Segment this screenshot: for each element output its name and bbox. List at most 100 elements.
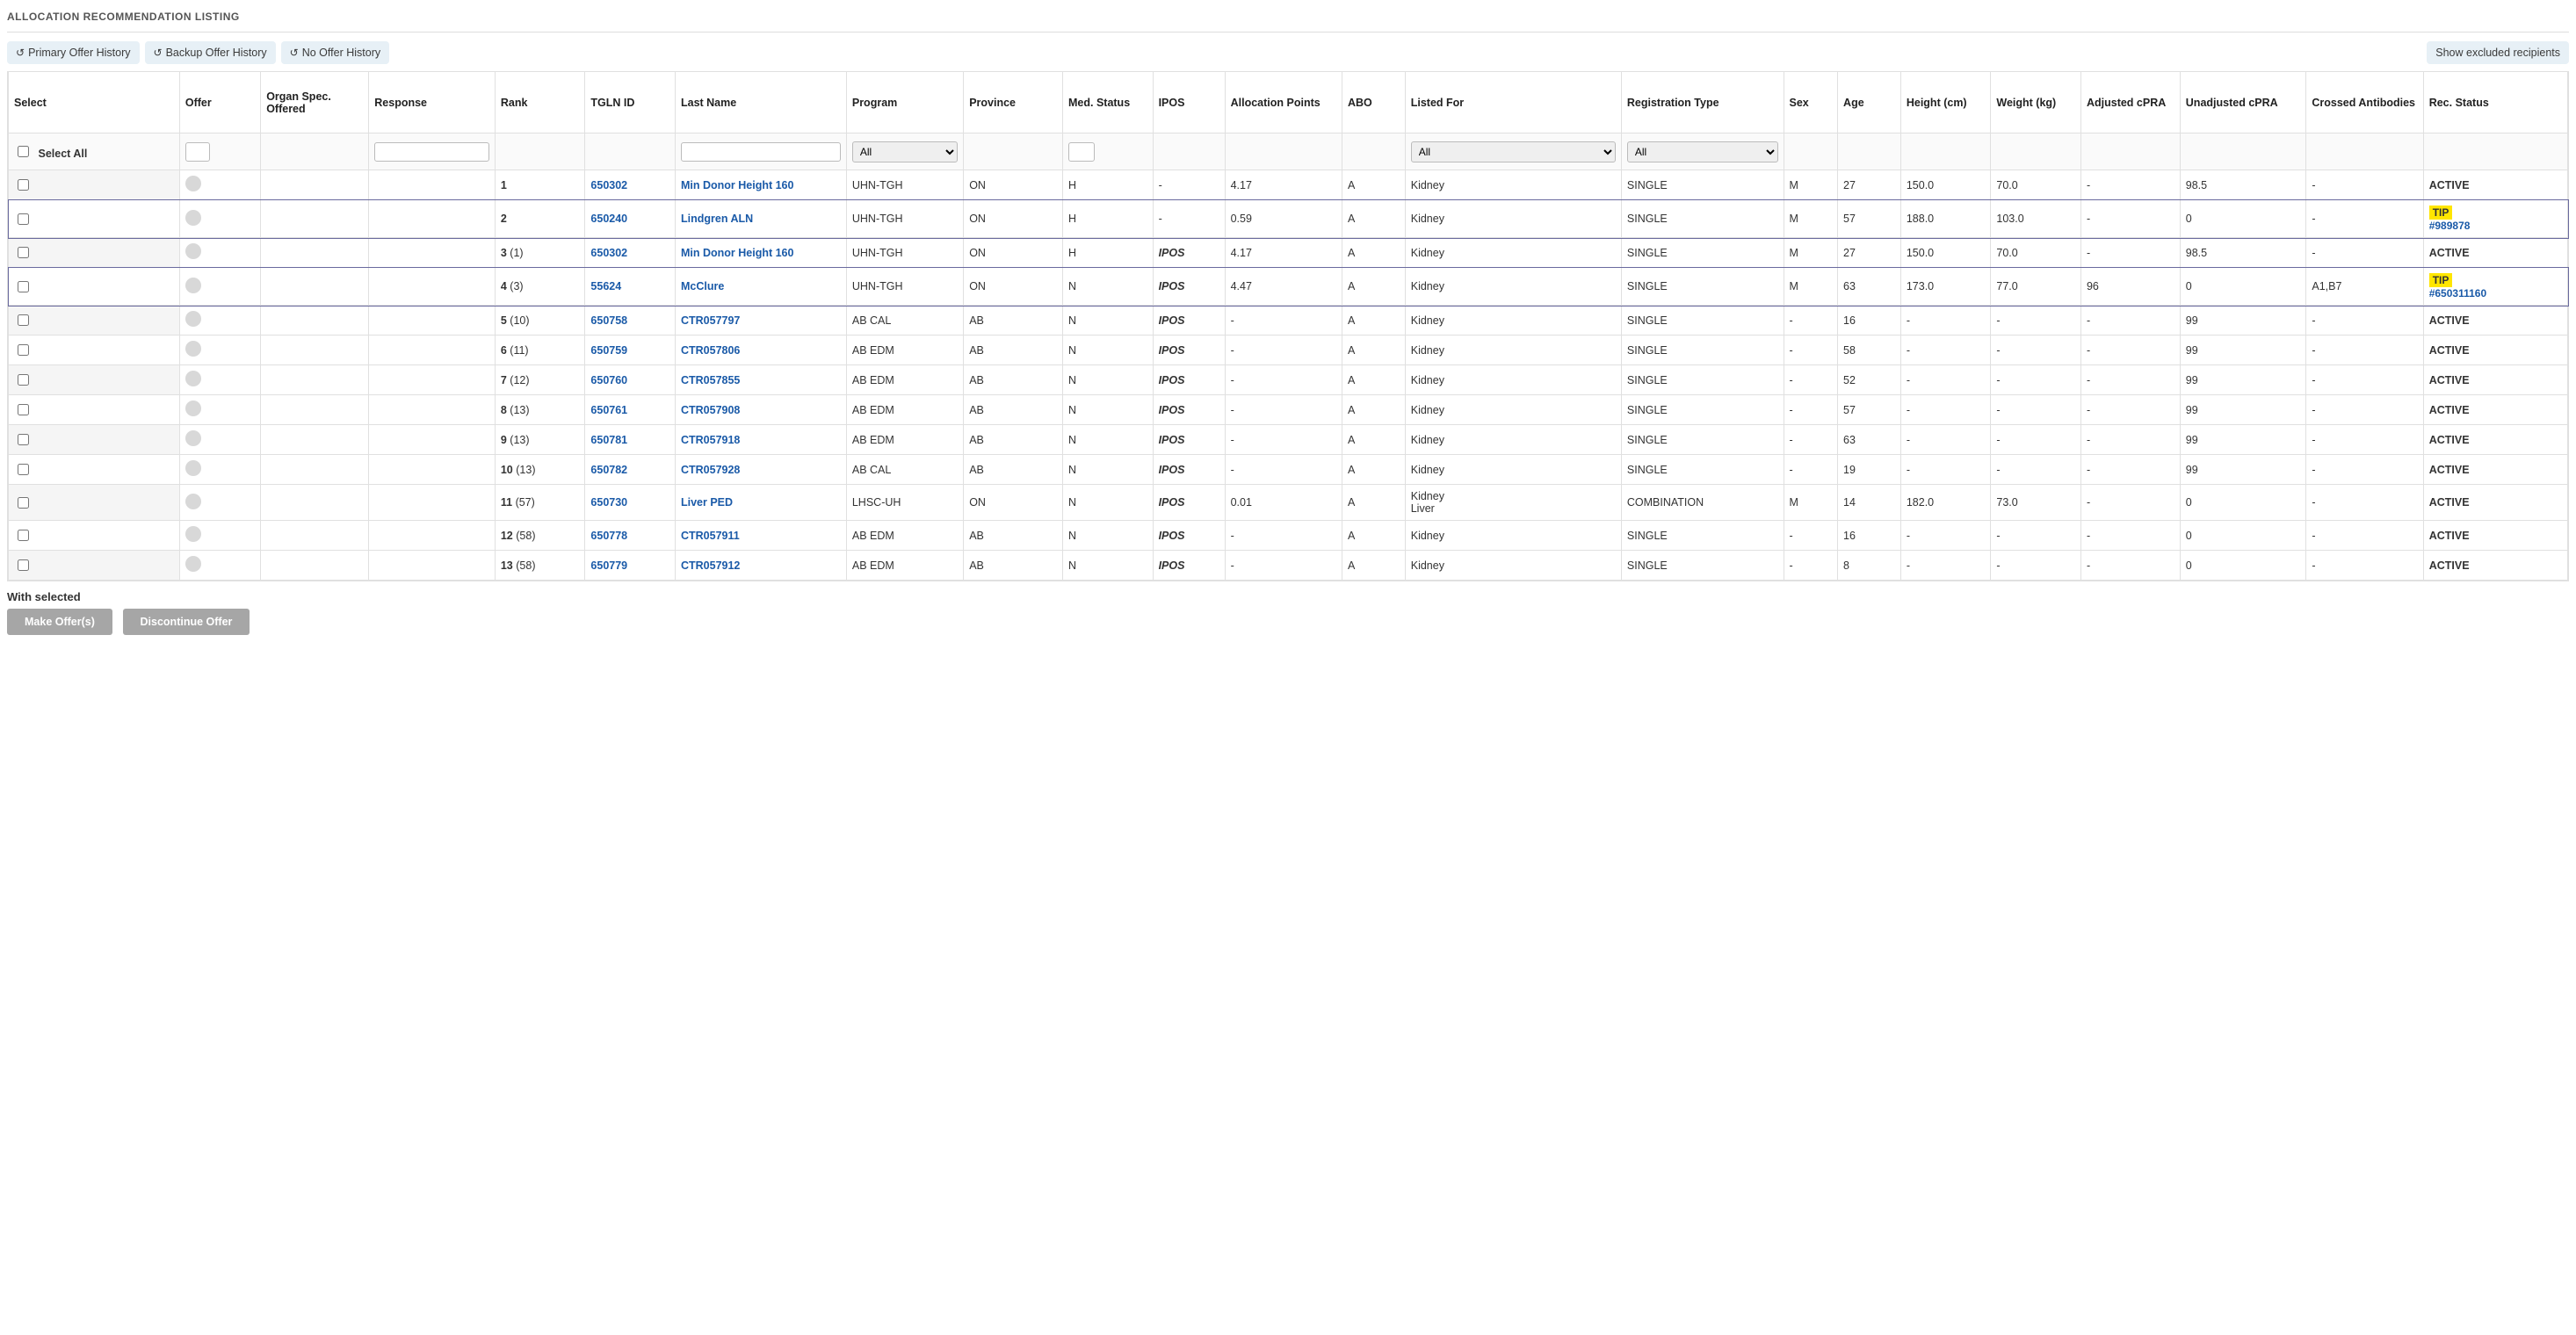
col-height[interactable]: Height (cm) (1900, 72, 1991, 134)
row-select-checkbox[interactable] (18, 434, 29, 445)
row-select-checkbox[interactable] (18, 314, 29, 326)
filter-med-status[interactable] (1068, 142, 1095, 162)
offer-indicator[interactable] (185, 210, 201, 226)
lastname-link[interactable]: CTR057797 (681, 314, 740, 327)
tip-link[interactable]: #650311160 (2429, 287, 2486, 299)
tgln-link[interactable]: 650302 (590, 179, 627, 191)
col-listed-for[interactable]: Listed For (1405, 72, 1621, 134)
col-med-status[interactable]: Med. Status (1063, 72, 1154, 134)
tgln-link[interactable]: 650302 (590, 247, 627, 259)
filter-offer[interactable] (185, 142, 210, 162)
row-select-checkbox[interactable] (18, 497, 29, 509)
tgln-link[interactable]: 650778 (590, 530, 627, 542)
offer-indicator[interactable] (185, 430, 201, 446)
row-select-checkbox[interactable] (18, 559, 29, 571)
filter-listed-for[interactable]: All (1411, 141, 1616, 162)
tgln-link[interactable]: 650779 (590, 559, 627, 572)
lastname-link[interactable]: CTR057855 (681, 374, 740, 386)
discontinue-offer-button[interactable]: Discontinue Offer (123, 609, 250, 635)
offer-indicator[interactable] (185, 311, 201, 327)
lastname-link[interactable]: CTR057918 (681, 434, 740, 446)
row-select-checkbox[interactable] (18, 281, 29, 292)
status-active: ACTIVE (2429, 314, 2470, 327)
col-rec-status[interactable]: Rec. Status (2423, 72, 2567, 134)
cell-response (369, 200, 496, 238)
col-sex[interactable]: Sex (1784, 72, 1838, 134)
select-all-checkbox[interactable] (18, 146, 29, 157)
col-organ-spec[interactable]: Organ Spec. Offered (261, 72, 369, 134)
offer-indicator[interactable] (185, 176, 201, 191)
lastname-link[interactable]: CTR057908 (681, 404, 740, 416)
tgln-link[interactable]: 650782 (590, 464, 627, 476)
cell-adj-cpra: - (2080, 238, 2180, 268)
lastname-link[interactable]: CTR057928 (681, 464, 740, 476)
show-excluded-button[interactable]: Show excluded recipients (2427, 41, 2569, 64)
filter-lastname[interactable] (681, 142, 841, 162)
col-weight[interactable]: Weight (kg) (1991, 72, 2081, 134)
make-offers-button[interactable]: Make Offer(s) (7, 609, 112, 635)
tgln-link[interactable]: 650240 (590, 213, 627, 225)
col-ipos[interactable]: IPOS (1153, 72, 1225, 134)
tip-link[interactable]: #989878 (2429, 220, 2471, 232)
col-lastname[interactable]: Last Name (675, 72, 846, 134)
tgln-link[interactable]: 650758 (590, 314, 627, 327)
lastname-link[interactable]: CTR057911 (681, 530, 740, 542)
filter-reg-type[interactable]: All (1627, 141, 1778, 162)
lastname-link[interactable]: McClure (681, 280, 724, 292)
row-select-checkbox[interactable] (18, 374, 29, 386)
row-select-checkbox[interactable] (18, 179, 29, 191)
tgln-link[interactable]: 650761 (590, 404, 627, 416)
cell-tgln: 650302 (585, 238, 676, 268)
lastname-link[interactable]: CTR057912 (681, 559, 740, 572)
cell-abo: A (1342, 521, 1405, 551)
row-select-checkbox[interactable] (18, 530, 29, 541)
tgln-link[interactable]: 650730 (590, 496, 627, 509)
tgln-link[interactable]: 55624 (590, 280, 621, 292)
cell-unadj-cpra: 98.5 (2180, 170, 2306, 200)
offer-indicator[interactable] (185, 278, 201, 293)
filter-program[interactable]: All (852, 141, 958, 162)
cell-adj-cpra: - (2080, 455, 2180, 485)
col-select[interactable]: Select (9, 72, 180, 134)
offer-indicator[interactable] (185, 341, 201, 357)
offer-indicator[interactable] (185, 556, 201, 572)
cell-sex: M (1784, 200, 1838, 238)
col-unadj-cpra[interactable]: Unadjusted cPRA (2180, 72, 2306, 134)
lastname-link[interactable]: Lindgren ALN (681, 213, 753, 225)
col-alloc-points[interactable]: Allocation Points (1225, 72, 1342, 134)
offer-indicator[interactable] (185, 400, 201, 416)
offer-indicator[interactable] (185, 460, 201, 476)
col-rank[interactable]: Rank (495, 72, 585, 134)
offer-indicator[interactable] (185, 371, 201, 386)
offer-indicator[interactable] (185, 526, 201, 542)
cell-abo: A (1342, 336, 1405, 365)
row-select-checkbox[interactable] (18, 404, 29, 415)
tgln-link[interactable]: 650759 (590, 344, 627, 357)
col-crossed[interactable]: Crossed Antibodies (2306, 72, 2423, 134)
col-tgln[interactable]: TGLN ID (585, 72, 676, 134)
lastname-link[interactable]: Min Donor Height 160 (681, 179, 793, 191)
col-offer[interactable]: Offer (179, 72, 260, 134)
tgln-link[interactable]: 650760 (590, 374, 627, 386)
no-offer-history-button[interactable]: ↺ No Offer History (281, 41, 389, 64)
row-select-checkbox[interactable] (18, 344, 29, 356)
lastname-link[interactable]: Liver PED (681, 496, 733, 509)
row-select-checkbox[interactable] (18, 247, 29, 258)
col-response[interactable]: Response (369, 72, 496, 134)
backup-offer-history-button[interactable]: ↺ Backup Offer History (145, 41, 276, 64)
row-select-checkbox[interactable] (18, 464, 29, 475)
offer-indicator[interactable] (185, 494, 201, 509)
col-abo[interactable]: ABO (1342, 72, 1405, 134)
lastname-link[interactable]: CTR057806 (681, 344, 740, 357)
lastname-link[interactable]: Min Donor Height 160 (681, 247, 793, 259)
col-age[interactable]: Age (1838, 72, 1901, 134)
offer-indicator[interactable] (185, 243, 201, 259)
primary-offer-history-button[interactable]: ↺ Primary Offer History (7, 41, 140, 64)
col-adj-cpra[interactable]: Adjusted cPRA (2080, 72, 2180, 134)
col-province[interactable]: Province (964, 72, 1063, 134)
col-program[interactable]: Program (846, 72, 963, 134)
col-reg-type[interactable]: Registration Type (1621, 72, 1784, 134)
filter-response[interactable] (374, 142, 489, 162)
row-select-checkbox[interactable] (18, 213, 29, 225)
tgln-link[interactable]: 650781 (590, 434, 627, 446)
